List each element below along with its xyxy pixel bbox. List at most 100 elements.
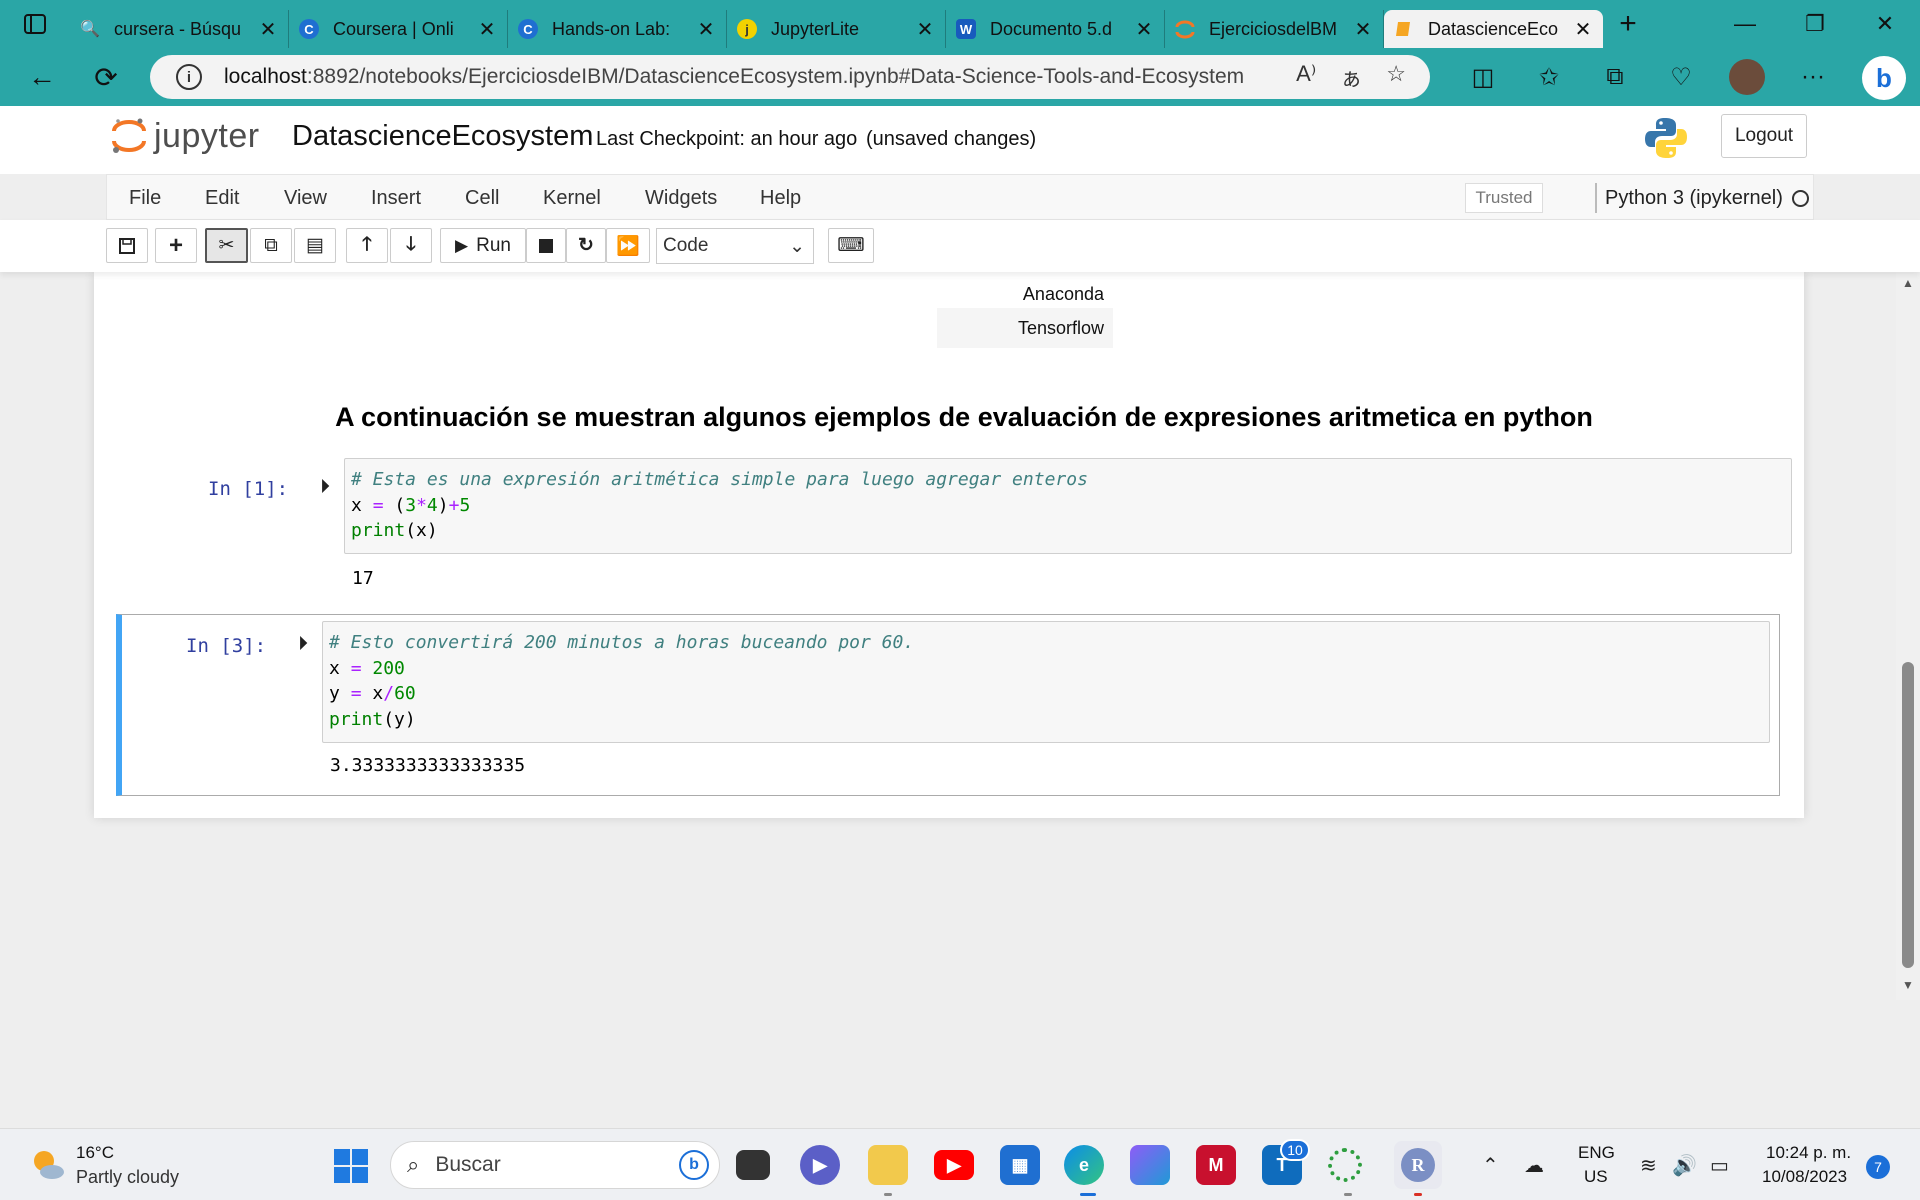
collections-icon[interactable]: ⧉: [1582, 63, 1648, 91]
menu-widgets[interactable]: Widgets: [645, 187, 717, 210]
copilot-icon[interactable]: [1130, 1145, 1170, 1185]
restore-icon[interactable]: ❐: [1780, 0, 1850, 48]
menu-view[interactable]: View: [284, 187, 327, 210]
browser-tab-active[interactable]: DatascienceEco ✕: [1384, 10, 1603, 48]
input-prompt: In [1]:: [208, 478, 289, 500]
language-indicator[interactable]: ENG: [1578, 1143, 1615, 1163]
new-tab-button[interactable]: +: [1603, 7, 1653, 41]
scroll-down-icon[interactable]: ▼: [1902, 978, 1914, 992]
browser-tab[interactable]: 🔍 cursera - Búsqu ✕: [70, 10, 289, 48]
browser-tab[interactable]: j JupyterLite ✕: [727, 10, 946, 48]
scroll-thumb[interactable]: [1902, 662, 1914, 968]
weather-condition[interactable]: Partly cloudy: [76, 1167, 179, 1188]
code-input[interactable]: # Esta es una expresión aritmética simpl…: [344, 458, 1792, 554]
volume-icon[interactable]: 🔊: [1672, 1153, 1697, 1178]
split-screen-icon[interactable]: ◫: [1450, 63, 1516, 92]
paste-cell-button[interactable]: ▤: [294, 228, 336, 263]
teams-chat-icon[interactable]: ▶: [800, 1145, 840, 1185]
browser-tab[interactable]: C Coursera | Onli ✕: [289, 10, 508, 48]
refresh-icon[interactable]: ⟳: [74, 48, 138, 106]
run-button[interactable]: ▶ Run: [440, 228, 526, 263]
code-cell-selected[interactable]: In [3]: ⏵ # Esto convertirá 200 minutos …: [116, 614, 1780, 796]
notebook-title[interactable]: DatascienceEcosystem: [292, 120, 593, 153]
menu-insert[interactable]: Insert: [371, 187, 421, 210]
start-menu-icon[interactable]: [334, 1149, 368, 1183]
restart-kernel-button[interactable]: ↻: [566, 228, 606, 263]
kernel-name[interactable]: Python 3 (ipykernel): [1605, 187, 1783, 210]
r-app-tile[interactable]: R: [1394, 1141, 1442, 1189]
code-input[interactable]: # Esto convertirá 200 minutos a horas bu…: [322, 621, 1770, 743]
close-tab-icon[interactable]: ✕: [1134, 17, 1154, 42]
move-up-button[interactable]: 🡑: [346, 228, 388, 263]
clock-time[interactable]: 10:24 p. m.: [1766, 1143, 1851, 1163]
tab-actions-button[interactable]: [0, 0, 70, 48]
profile-avatar[interactable]: [1729, 59, 1765, 95]
menu-help[interactable]: Help: [760, 187, 801, 210]
browser-tab[interactable]: C Hands-on Lab: ✕: [508, 10, 727, 48]
interrupt-kernel-button[interactable]: [526, 228, 566, 263]
browser-tab[interactable]: EjerciciosdelBM ✕: [1165, 10, 1384, 48]
close-tab-icon[interactable]: ✕: [696, 17, 716, 42]
task-view-icon[interactable]: [736, 1150, 770, 1180]
youtube-icon[interactable]: ▶: [934, 1150, 974, 1180]
microsoft-store-icon[interactable]: ▦: [1000, 1145, 1040, 1185]
mcafee-icon[interactable]: M: [1196, 1145, 1236, 1185]
browser-essentials-icon[interactable]: ♡: [1648, 63, 1714, 92]
scroll-up-icon[interactable]: ▲: [1902, 276, 1914, 290]
cut-cell-button[interactable]: ✂: [205, 228, 248, 263]
run-cell-icon[interactable]: ⏵: [320, 476, 330, 499]
back-icon[interactable]: ←: [10, 48, 74, 106]
browser-tab[interactable]: W Documento 5.d ✕: [946, 10, 1165, 48]
minimize-icon[interactable]: —: [1710, 0, 1780, 48]
keyboard-layout-indicator[interactable]: US: [1584, 1167, 1608, 1187]
close-tab-icon[interactable]: ✕: [258, 17, 278, 42]
read-aloud-icon[interactable]: A⁾: [1296, 61, 1316, 93]
partly-cloudy-icon[interactable]: [30, 1147, 66, 1183]
loading-app-icon[interactable]: [1328, 1148, 1362, 1182]
menu-edit[interactable]: Edit: [205, 187, 239, 210]
close-tab-icon[interactable]: ✕: [1573, 17, 1593, 42]
close-window-icon[interactable]: ✕: [1850, 0, 1920, 48]
more-options-icon[interactable]: ···: [1780, 63, 1846, 91]
save-button[interactable]: [106, 228, 148, 263]
translate-icon[interactable]: ぁ: [1340, 61, 1362, 93]
close-tab-icon[interactable]: ✕: [477, 17, 497, 42]
page-scrollbar[interactable]: ▲ ▼: [1896, 272, 1920, 1000]
site-info-icon[interactable]: i: [176, 64, 202, 90]
wifi-icon[interactable]: ≋: [1640, 1153, 1657, 1178]
cell-type-select[interactable]: Code ⌄: [656, 228, 814, 264]
code-cell[interactable]: In [1]: ⏵ # Esta es una expresión aritmé…: [116, 458, 1792, 598]
notebook-container: Anaconda Tensorflow A continuación se mu…: [94, 272, 1804, 818]
tab-title: Documento 5.d: [990, 18, 1113, 39]
onedrive-icon[interactable]: ☁: [1524, 1153, 1544, 1178]
show-hidden-icons-icon[interactable]: ⌃: [1482, 1153, 1499, 1178]
jupyter-favicon-icon: [1175, 19, 1195, 39]
command-palette-button[interactable]: ⌨: [828, 228, 874, 263]
close-tab-icon[interactable]: ✕: [915, 17, 935, 42]
file-explorer-icon[interactable]: [868, 1145, 908, 1185]
tab-title: DatascienceEco: [1428, 18, 1559, 39]
edge-browser-icon[interactable]: e: [1064, 1145, 1104, 1185]
menu-file[interactable]: File: [129, 187, 161, 210]
weather-temperature[interactable]: 16°C: [76, 1143, 114, 1163]
logout-button[interactable]: Logout: [1721, 114, 1807, 158]
arrow-up-icon: 🡑: [362, 233, 372, 255]
menu-kernel[interactable]: Kernel: [543, 187, 601, 210]
restart-run-all-button[interactable]: ⏩: [606, 228, 650, 263]
jupyter-logo[interactable]: jupyter: [110, 116, 260, 156]
bing-copilot-icon[interactable]: b: [1862, 56, 1906, 100]
favorite-star-icon[interactable]: ☆: [1386, 61, 1406, 93]
run-cell-icon[interactable]: ⏵: [298, 633, 308, 656]
favorites-icon[interactable]: ✩: [1516, 63, 1582, 92]
clock-date[interactable]: 10/08/2023: [1762, 1167, 1847, 1187]
copy-cell-button[interactable]: ⧉: [250, 228, 292, 263]
notification-badge[interactable]: 7: [1866, 1155, 1890, 1179]
taskbar-search[interactable]: ⌕ Buscar b: [390, 1141, 720, 1189]
close-tab-icon[interactable]: ✕: [1353, 17, 1373, 42]
url-field[interactable]: i localhost:8892/notebooks/EjerciciosdeI…: [150, 55, 1430, 99]
trusted-indicator[interactable]: Trusted: [1465, 183, 1543, 213]
battery-icon[interactable]: ▭: [1710, 1153, 1729, 1178]
menu-cell[interactable]: Cell: [465, 187, 499, 210]
move-down-button[interactable]: 🡓: [390, 228, 432, 263]
insert-cell-button[interactable]: +: [155, 228, 197, 263]
